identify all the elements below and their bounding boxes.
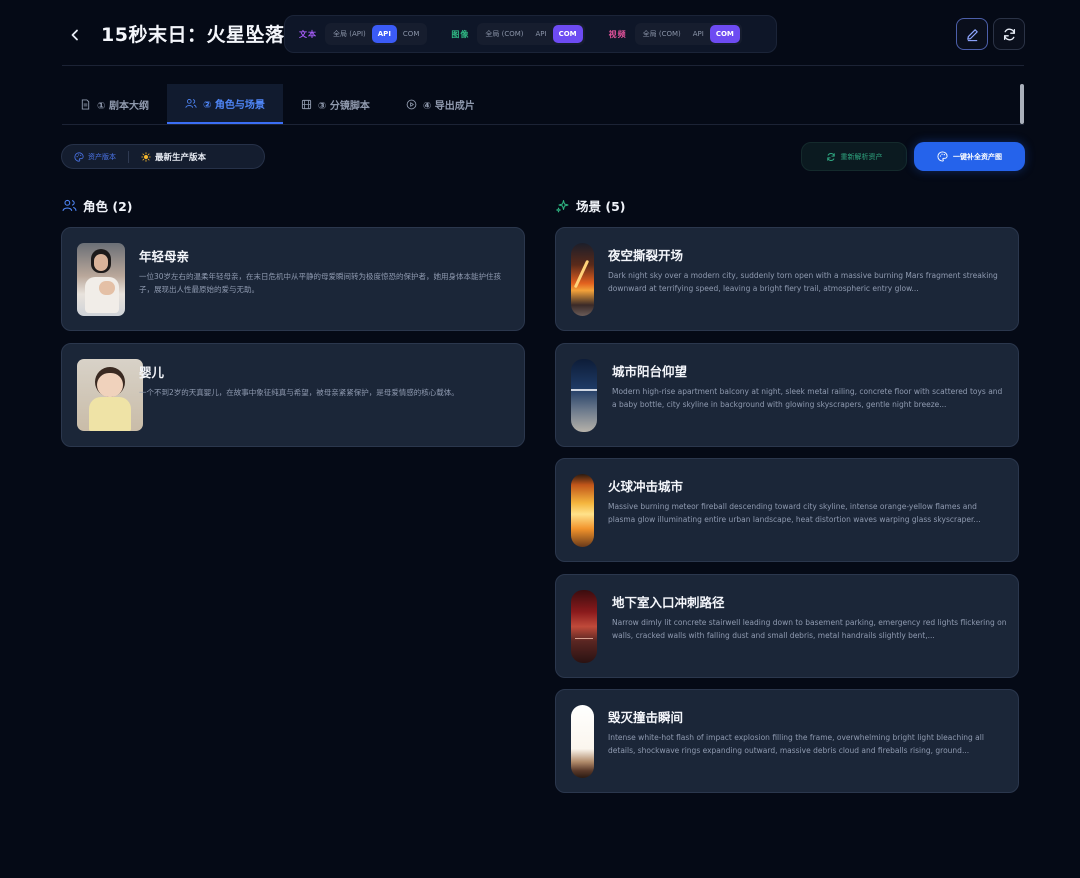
character-thumbnail — [77, 359, 143, 431]
scene-description: Narrow dimly lit concrete stairwell lead… — [612, 618, 1007, 640]
character-card[interactable]: 年轻母亲 一位30岁左右的温柔年轻母亲，在末日危机中从平静的母爱瞬间转为极度惊恐… — [61, 227, 525, 331]
refresh-button[interactable] — [993, 18, 1025, 50]
image-model-api-option[interactable]: API — [529, 25, 552, 43]
video-model-label: 视频 — [608, 29, 627, 39]
film-icon — [301, 99, 311, 109]
character-description: 一个不到2岁的天真婴儿，在故事中象征纯真与希望，被母亲紧紧保护，是母爱情感的核心… — [139, 388, 459, 397]
tab-label: ④ 导出成片 — [422, 100, 475, 112]
character-card[interactable]: 婴儿 一个不到2岁的天真婴儿，在故事中象征纯真与希望，被母亲紧紧保护，是母爱情感… — [61, 343, 525, 447]
tab-bar: ① 剧本大纲 ② 角色与场景 ③ 分镜脚本 ④ 导出成片 — [62, 84, 1024, 125]
asset-version-value-group: 最新生产版本 — [141, 151, 206, 163]
tab-label: ② 角色与场景 — [202, 99, 265, 111]
character-name: 年轻母亲 — [139, 249, 190, 264]
scene-description: Massive burning meteor fireball descendi… — [608, 502, 981, 524]
users-icon — [62, 199, 77, 212]
back-button[interactable] — [62, 22, 88, 48]
model-selector-bar: 文本 全局 (API) API COM 图像 全局 (COM) API COM … — [284, 15, 777, 53]
text-model-api-option[interactable]: API — [371, 25, 397, 43]
scene-card[interactable]: 毁灭撞击瞬间 Intense white-hot flash of impact… — [555, 689, 1019, 793]
tab-scrollbar[interactable] — [1020, 84, 1024, 124]
refresh-icon — [1003, 28, 1015, 40]
edit-button[interactable] — [956, 18, 988, 50]
pill-separator — [128, 150, 129, 163]
scene-description: Intense white-hot flash of impact explos… — [608, 733, 984, 755]
palette-icon — [74, 151, 84, 162]
fill-all-assets-label: 一键补全资产图 — [953, 152, 1002, 161]
video-model-global-option[interactable]: 全局 (COM) — [637, 25, 687, 43]
users-icon — [185, 98, 197, 108]
image-model-com-option[interactable]: COM — [552, 25, 583, 43]
asset-version-label-group: 资产版本 — [74, 151, 116, 162]
tab-label: ① 剧本大纲 — [97, 100, 149, 112]
reparse-assets-button[interactable]: 重新解析资产 — [801, 142, 907, 171]
character-thumbnail — [77, 243, 125, 316]
document-icon — [81, 98, 90, 110]
scenes-section-header: 场景 (5) — [555, 196, 625, 215]
asset-version-selector[interactable]: 资产版本 最新生产版本 — [61, 144, 265, 169]
scene-card[interactable]: 火球冲击城市 Massive burning meteor fireball d… — [555, 458, 1019, 562]
tab-storyboard[interactable]: ③ 分镜脚本 — [283, 84, 388, 124]
scene-thumbnail — [571, 590, 597, 663]
scene-thumbnail — [571, 705, 594, 778]
text-model-label: 文本 — [299, 29, 317, 39]
scene-card[interactable]: 夜空撕裂开场 Dark night sky over a modern city… — [555, 227, 1019, 331]
text-model-com-option[interactable]: COM — [397, 25, 425, 43]
scene-thumbnail — [571, 359, 597, 432]
scene-thumbnail — [571, 474, 594, 547]
asset-version-value: 最新生产版本 — [155, 152, 207, 163]
scene-name: 毁灭撞击瞬间 — [608, 710, 684, 725]
tab-script-outline[interactable]: ① 剧本大纲 — [62, 84, 167, 124]
video-model-com-option[interactable]: COM — [709, 25, 740, 43]
tab-export[interactable]: ④ 导出成片 — [388, 84, 493, 124]
scene-name: 夜空撕裂开场 — [608, 248, 684, 263]
video-model-api-option[interactable]: API — [687, 25, 710, 43]
character-description: 一位30岁左右的温柔年轻母亲，在末日危机中从平静的母爱瞬间转为极度惊恐的保护者，… — [139, 272, 502, 294]
chevron-left-icon — [71, 29, 78, 41]
sparkles-icon — [556, 199, 569, 212]
pencil-icon — [966, 28, 978, 41]
scene-card[interactable]: 城市阳台仰望 Modern high-rise apartment balcon… — [555, 343, 1019, 447]
scenes-section-title: 场景 (5) — [576, 199, 626, 214]
characters-section-title: 角色 (2) — [83, 199, 133, 214]
image-model-label: 图像 — [451, 29, 470, 39]
scene-thumbnail — [571, 243, 594, 316]
video-model-group: 视频 全局 (COM) API COM — [609, 23, 742, 45]
characters-section-header: 角色 (2) — [62, 196, 132, 215]
scene-description: Dark night sky over a modern city, sudde… — [608, 271, 998, 293]
page-title: 15秒末日：火星坠落 — [101, 24, 285, 46]
scene-name: 地下室入口冲刺路径 — [612, 595, 725, 610]
image-model-group: 图像 全局 (COM) API COM — [451, 23, 585, 45]
scene-name: 火球冲击城市 — [608, 479, 684, 494]
text-model-global-option[interactable]: 全局 (API) — [327, 25, 372, 43]
scene-name: 城市阳台仰望 — [612, 364, 688, 379]
refresh-icon — [826, 152, 835, 161]
text-model-group: 文本 全局 (API) API COM — [299, 23, 428, 45]
scene-card[interactable]: 地下室入口冲刺路径 Narrow dimly lit concrete stai… — [555, 574, 1019, 678]
scene-description: Modern high-rise apartment balcony at ni… — [612, 387, 1003, 409]
tab-label: ③ 分镜脚本 — [317, 100, 370, 112]
sun-icon — [141, 151, 151, 162]
asset-version-label: 资产版本 — [88, 152, 116, 161]
reparse-assets-label: 重新解析资产 — [840, 152, 883, 161]
tab-characters-scenes[interactable]: ② 角色与场景 — [166, 84, 283, 124]
play-circle-icon — [406, 99, 417, 109]
image-model-global-option[interactable]: 全局 (COM) — [479, 25, 529, 43]
palette-icon — [937, 151, 948, 162]
header-divider — [62, 65, 1024, 66]
character-name: 婴儿 — [139, 365, 165, 380]
fill-all-assets-button[interactable]: 一键补全资产图 — [914, 142, 1025, 171]
